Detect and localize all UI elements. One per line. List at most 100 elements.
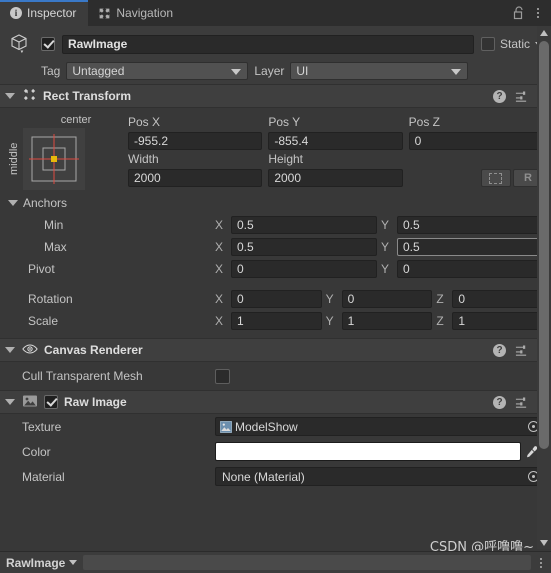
anchors-foldout-row[interactable]: Anchors	[0, 192, 551, 214]
height-input[interactable]: 2000	[268, 169, 403, 187]
pos-x-input[interactable]: -955.2	[128, 132, 263, 150]
pos-y-input[interactable]: -855.4	[268, 132, 403, 150]
cull-transparent-mesh-row: Cull Transparent Mesh	[0, 362, 551, 390]
scale-z-input[interactable]: 1	[452, 312, 544, 330]
position-labels-row: Pos X Pos Y Pos Z	[128, 114, 543, 131]
anchor-preset-widget[interactable]: center middle	[8, 114, 128, 190]
axis-x-label: X	[215, 262, 224, 276]
chevron-down-icon	[231, 69, 242, 75]
rotation-row: Rotation X 0 Y 0 Z 0	[0, 288, 551, 310]
layer-value: UI	[296, 64, 309, 78]
rotation-y-input[interactable]: 0	[341, 290, 433, 308]
foldout-arrow-icon[interactable]	[5, 399, 15, 405]
anchors-min-row: Min X 0.5 Y 0.5	[0, 214, 551, 236]
material-row: Material None (Material)	[0, 464, 551, 489]
scale-x-input[interactable]: 1	[231, 312, 322, 330]
bottom-bar-field[interactable]	[83, 555, 531, 570]
bottom-bar-object-name-group[interactable]: RawImage	[6, 555, 78, 570]
eye-icon	[22, 342, 38, 359]
scrollbar-track[interactable]	[537, 39, 551, 536]
anchor-max-x-input[interactable]: 0.5	[231, 238, 377, 256]
kebab-menu-icon[interactable]	[534, 6, 542, 20]
bottom-bar-object-name: RawImage	[6, 555, 66, 570]
axis-x-label: X	[215, 218, 224, 232]
tab-navigation-label: Navigation	[116, 6, 174, 20]
lock-open-icon[interactable]	[513, 6, 525, 20]
texture-thumbnail-icon	[220, 420, 232, 433]
anchor-preset-box[interactable]	[23, 128, 85, 190]
tag-dropdown[interactable]: Untagged	[66, 62, 249, 80]
color-row: Color	[0, 439, 551, 464]
cull-transparent-mesh-checkbox[interactable]	[215, 368, 230, 384]
help-icon[interactable]: ?	[493, 343, 506, 357]
chevron-down-icon	[451, 69, 462, 75]
rect-transform-body: center middle Pos X Pos Y Pos Z -955.2 -…	[0, 108, 551, 338]
blueprint-mode-button[interactable]	[480, 169, 511, 187]
help-icon[interactable]: ?	[493, 89, 506, 103]
axis-y-label: Y	[381, 262, 390, 276]
static-group: Static	[480, 37, 543, 51]
canvas-renderer-title: Canvas Renderer	[44, 343, 143, 357]
kebab-menu-icon[interactable]	[537, 556, 545, 570]
rotation-z-input[interactable]: 0	[452, 290, 544, 308]
pivot-y-input[interactable]: 0	[397, 260, 543, 278]
scrollbar-thumb[interactable]	[539, 41, 549, 449]
scale-y-input[interactable]: 1	[341, 312, 433, 330]
anchors-max-row: Max X 0.5 Y 0.5	[0, 236, 551, 258]
anchors-label: Anchors	[23, 196, 68, 210]
material-object-field[interactable]: None (Material)	[215, 467, 543, 486]
canvas-renderer-header[interactable]: Canvas Renderer ?	[0, 338, 551, 362]
rect-transform-title: Rect Transform	[43, 89, 132, 103]
axis-y-label: Y	[381, 240, 390, 254]
tab-bar-actions	[513, 0, 551, 26]
cull-transparent-mesh-label: Cull Transparent Mesh	[22, 369, 143, 383]
pivot-x-input[interactable]: 0	[231, 260, 377, 278]
gameobject-enabled-checkbox[interactable]	[41, 37, 55, 51]
anchor-min-x-input[interactable]: 0.5	[231, 216, 377, 234]
raw-image-header[interactable]: Raw Image ?	[0, 390, 551, 414]
raw-image-enabled-checkbox[interactable]	[44, 395, 58, 409]
rect-transform-fields: Pos X Pos Y Pos Z -955.2 -855.4 0 Width …	[128, 114, 543, 190]
width-label: Width	[128, 152, 159, 166]
preset-icon[interactable]	[515, 90, 528, 103]
width-input[interactable]: 2000	[128, 169, 263, 187]
scroll-down-button[interactable]	[540, 536, 548, 549]
texture-object-field[interactable]: ModelShow	[215, 417, 543, 436]
inspector-window: i Inspector Navigation RawImage Static T…	[0, 0, 551, 573]
tab-inspector[interactable]: i Inspector	[0, 0, 89, 26]
chevron-down-icon	[540, 539, 548, 546]
pivot-label: Pivot	[28, 262, 55, 276]
axis-x-label: X	[215, 292, 224, 306]
material-value: None (Material)	[222, 469, 305, 484]
vertical-scrollbar[interactable]	[537, 26, 551, 549]
pivot-row: Pivot X 0 Y 0	[0, 258, 551, 280]
anchor-min-y-input[interactable]: 0.5	[397, 216, 543, 234]
rotation-x-input[interactable]: 0	[231, 290, 322, 308]
axis-y-label: Y	[381, 218, 390, 232]
preset-icon[interactable]	[515, 344, 528, 357]
pos-y-label: Pos Y	[268, 115, 301, 129]
axis-z-label: Z	[436, 292, 444, 306]
foldout-arrow-icon[interactable]	[5, 347, 15, 353]
tab-bar: i Inspector Navigation	[0, 0, 551, 26]
axis-y-label: Y	[325, 314, 334, 328]
chevron-down-icon	[69, 560, 78, 565]
scroll-up-button[interactable]	[540, 26, 548, 39]
color-swatch[interactable]	[215, 442, 521, 461]
raw-image-title: Raw Image	[64, 395, 127, 409]
help-icon[interactable]: ?	[493, 395, 506, 409]
preset-icon[interactable]	[515, 396, 528, 409]
raw-image-body: Texture ModelShow Color Material None (M…	[0, 414, 551, 489]
anchors-min-label: Min	[44, 218, 64, 232]
foldout-arrow-icon[interactable]	[5, 93, 15, 99]
tag-layer-row: Tag Untagged Layer UI	[8, 62, 543, 80]
layer-dropdown[interactable]: UI	[290, 62, 469, 80]
static-checkbox[interactable]	[480, 37, 495, 51]
foldout-arrow-icon[interactable]	[8, 200, 18, 206]
pos-z-input[interactable]: 0	[408, 132, 543, 150]
chevron-up-icon	[540, 29, 548, 36]
tab-navigation[interactable]: Navigation	[88, 0, 185, 26]
gameobject-name-input[interactable]: RawImage	[62, 34, 474, 54]
anchor-max-y-input[interactable]: 0.5	[397, 238, 543, 256]
rect-transform-header[interactable]: Rect Transform ?	[0, 84, 551, 108]
